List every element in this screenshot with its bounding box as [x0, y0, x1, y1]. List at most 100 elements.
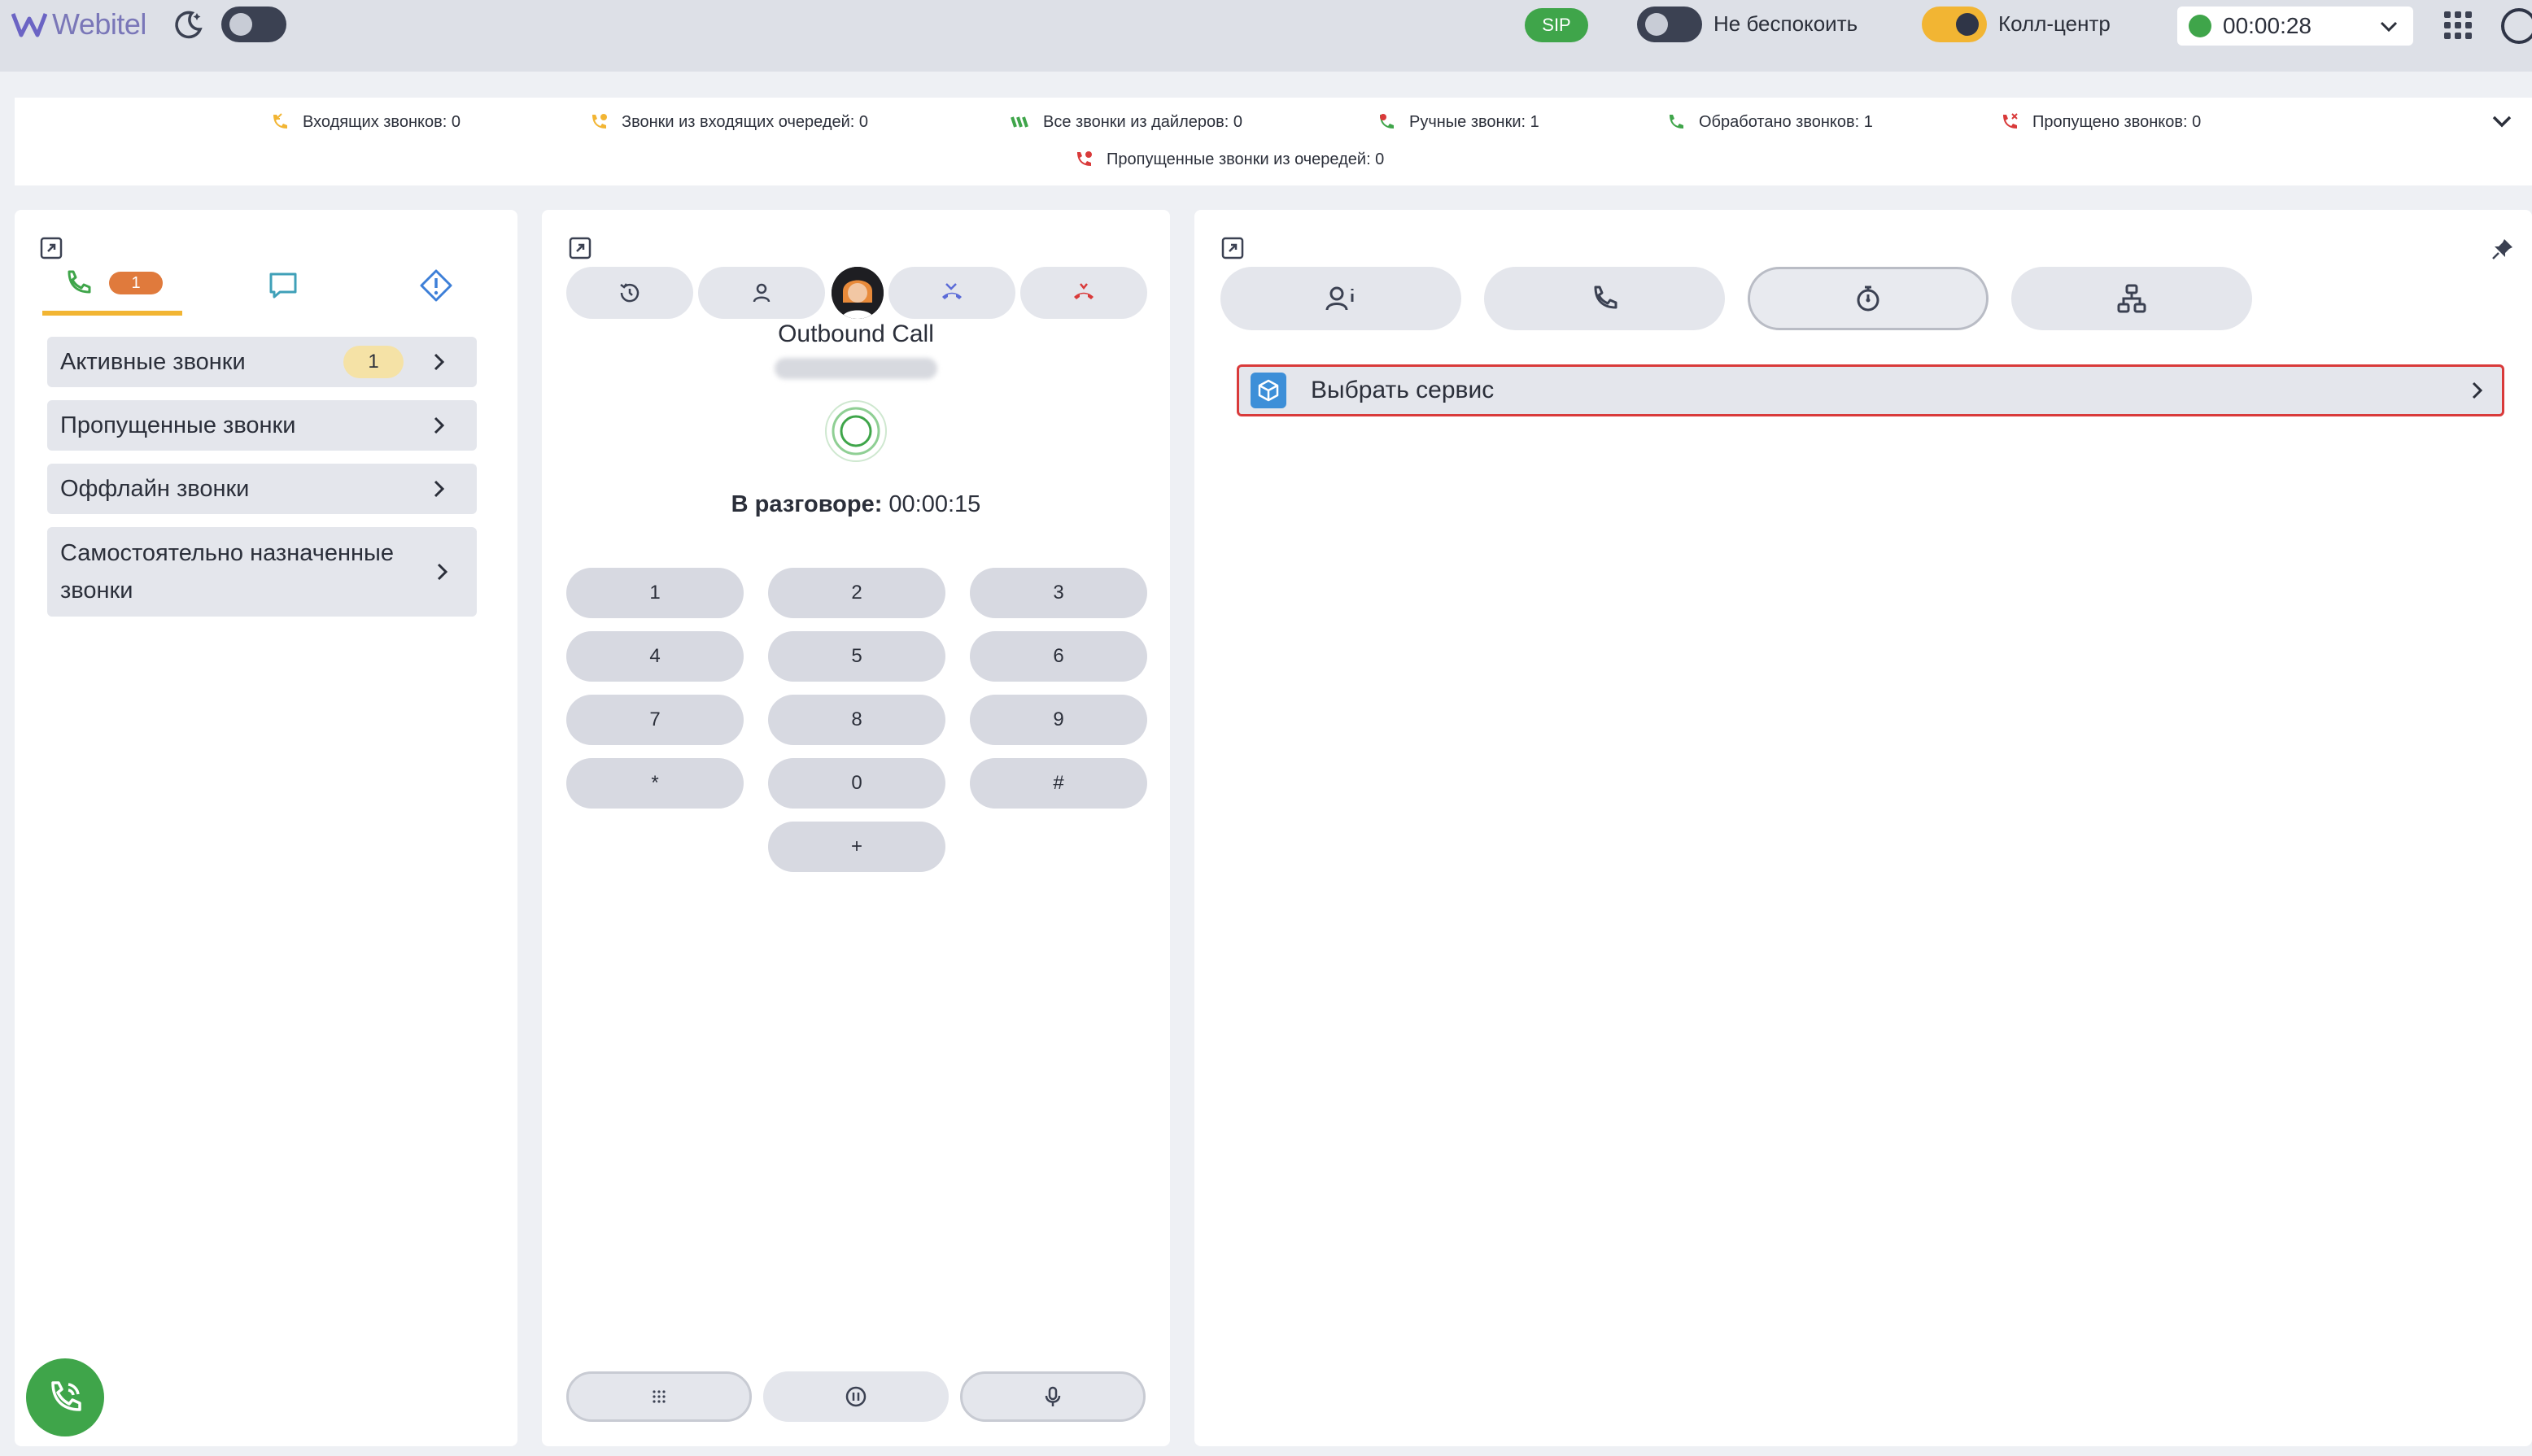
- stat-processed-text: Обработано звонков: 1: [1699, 112, 1873, 131]
- list-item-active-calls[interactable]: Активные звонки 1: [47, 337, 477, 387]
- list-item-self-assigned-calls[interactable]: Самостоятельно назначенные звонки: [47, 527, 477, 617]
- top-bar: Webitel SIP Не беспокоить Колл-центр 00:…: [0, 0, 2532, 72]
- calls-panel: 1 Активные звонки 1 Пропущенные звонки О…: [15, 210, 517, 1446]
- tab-call-info[interactable]: [1484, 267, 1725, 330]
- phone-icon: [1594, 286, 1617, 309]
- sip-status-badge[interactable]: SIP: [1525, 8, 1588, 42]
- callcenter-toggle[interactable]: [1922, 7, 1987, 42]
- dialpad-key-2[interactable]: 2: [768, 568, 945, 618]
- dialpad-key-plus[interactable]: +: [768, 822, 945, 872]
- service-cube-icon: [1251, 373, 1286, 408]
- pause-icon: [845, 1386, 867, 1407]
- status-timer: 00:00:28: [2223, 13, 2312, 38]
- stat-queue-incoming: Звонки из входящих очередей: 0: [587, 111, 868, 133]
- talk-duration: В разговоре: 00:00:15: [542, 491, 1170, 518]
- history-button[interactable]: [566, 267, 693, 319]
- new-call-button[interactable]: [26, 1358, 104, 1436]
- chevron-right-icon: [2472, 381, 2483, 399]
- callcenter-label: Колл-центр: [1998, 11, 2111, 36]
- expand-icon[interactable]: [568, 236, 592, 260]
- list-item-label: Пропущенные звонки: [60, 412, 296, 438]
- toggle-knob: [1956, 13, 1979, 36]
- stat-manual: Ручные звонки: 1: [1375, 111, 1539, 133]
- stat-processed: Обработано звонков: 1: [1665, 111, 1873, 133]
- list-item-offline-calls[interactable]: Оффлайн звонки: [47, 464, 477, 514]
- chevron-right-icon: [434, 416, 445, 434]
- stat-dialer-all: Все звонки из дайлеров: 0: [1009, 111, 1242, 133]
- chevron-right-icon: [434, 480, 445, 498]
- contact-button[interactable]: [698, 267, 825, 319]
- moon-icon: [175, 11, 203, 39]
- stat-missed-text: Пропущено звонков: 0: [2032, 112, 2202, 131]
- tab-tasks[interactable]: [395, 255, 477, 316]
- hangup-icon: [1074, 283, 1094, 299]
- caller-avatar: [832, 267, 884, 319]
- stat-incoming: Входящих звонков: 0: [268, 111, 461, 133]
- hangup-button[interactable]: [1020, 267, 1147, 319]
- webitel-logo[interactable]: Webitel: [11, 5, 146, 44]
- apps-grid-icon[interactable]: [2444, 11, 2472, 39]
- dnd-label: Не беспокоить: [1713, 11, 1858, 36]
- microphone-icon: [1045, 1386, 1061, 1406]
- theme-toggle[interactable]: [221, 7, 286, 42]
- dialpad-key-3[interactable]: 3: [970, 568, 1147, 618]
- tab-processing[interactable]: [1748, 267, 1988, 330]
- tab-flow[interactable]: [2011, 267, 2252, 330]
- dialpad-toggle-button[interactable]: [566, 1371, 752, 1422]
- toggle-knob: [229, 13, 252, 36]
- dialpad-key-hash[interactable]: #: [970, 758, 1147, 809]
- call-title: Outbound Call: [778, 320, 934, 347]
- chevron-right-icon: [437, 563, 448, 581]
- chevron-right-icon: [434, 353, 445, 371]
- list-item-label: Оффлайн звонки: [60, 476, 250, 502]
- stat-missed: Пропущено звонков: 0: [1998, 111, 2201, 133]
- caller-number-blurred: [775, 358, 937, 379]
- user-profile-icon[interactable]: [2501, 8, 2532, 44]
- calls-count-badge: 1: [109, 272, 163, 294]
- history-icon: [620, 283, 640, 303]
- dialpad-key-9[interactable]: 9: [970, 695, 1147, 745]
- alert-diamond-icon: [420, 269, 452, 302]
- dialpad-key-4[interactable]: 4: [566, 631, 744, 682]
- queue-incoming-icon: [592, 114, 607, 129]
- dialpad-key-0[interactable]: 0: [768, 758, 945, 809]
- list-item-missed-calls[interactable]: Пропущенные звонки: [47, 400, 477, 451]
- tab-chats[interactable]: [242, 255, 324, 316]
- stat-queue-incoming-text: Звонки из входящих очередей: 0: [622, 112, 869, 131]
- stat-queue-missed-text: Пропущенные звонки из очередей: 0: [1107, 150, 1385, 168]
- dialpad-key-6[interactable]: 6: [970, 631, 1147, 682]
- stat-dialer-all-text: Все звонки из дайлеров: 0: [1043, 112, 1242, 131]
- chevron-down-icon: [2380, 21, 2398, 33]
- client-info-icon: [1325, 286, 1354, 311]
- hold-button[interactable]: [763, 1371, 949, 1422]
- dialpad-key-7[interactable]: 7: [566, 695, 744, 745]
- select-service-label: Выбрать сервис: [1311, 377, 1495, 403]
- chat-icon: [269, 272, 297, 299]
- dialpad-key-1[interactable]: 1: [566, 568, 744, 618]
- transfer-button[interactable]: [888, 267, 1015, 319]
- pin-icon[interactable]: [2490, 236, 2516, 262]
- list-item-label: Активные звонки: [60, 349, 246, 375]
- mute-button[interactable]: [960, 1371, 1146, 1422]
- talk-time: 00:00:15: [888, 491, 981, 517]
- transfer-call-icon: [942, 283, 962, 299]
- agent-status-select[interactable]: 00:00:28: [2177, 7, 2413, 46]
- call-control-row: [566, 267, 1147, 319]
- tab-client-info[interactable]: [1220, 267, 1461, 330]
- dialpad-key-star[interactable]: *: [566, 758, 744, 809]
- dnd-toggle[interactable]: [1637, 7, 1702, 42]
- dialpad-key-5[interactable]: 5: [768, 631, 945, 682]
- tab-calls[interactable]: 1: [42, 255, 182, 316]
- stats-expand-chevron-icon[interactable]: [2486, 106, 2517, 137]
- user-icon: [753, 283, 771, 303]
- dialpad-key-8[interactable]: 8: [768, 695, 945, 745]
- stat-incoming-text: Входящих звонков: 0: [303, 112, 461, 131]
- expand-icon[interactable]: [1220, 236, 1245, 260]
- talk-label: В разговоре:: [731, 491, 883, 517]
- manual-call-icon: [1380, 114, 1394, 129]
- call-active-pulse-icon: [825, 400, 887, 462]
- select-service-row[interactable]: Выбрать сервис: [1237, 364, 2504, 416]
- brand-name: Webitel: [52, 7, 146, 41]
- stat-manual-text: Ручные звонки: 1: [1409, 112, 1539, 131]
- status-dot: [2189, 15, 2211, 37]
